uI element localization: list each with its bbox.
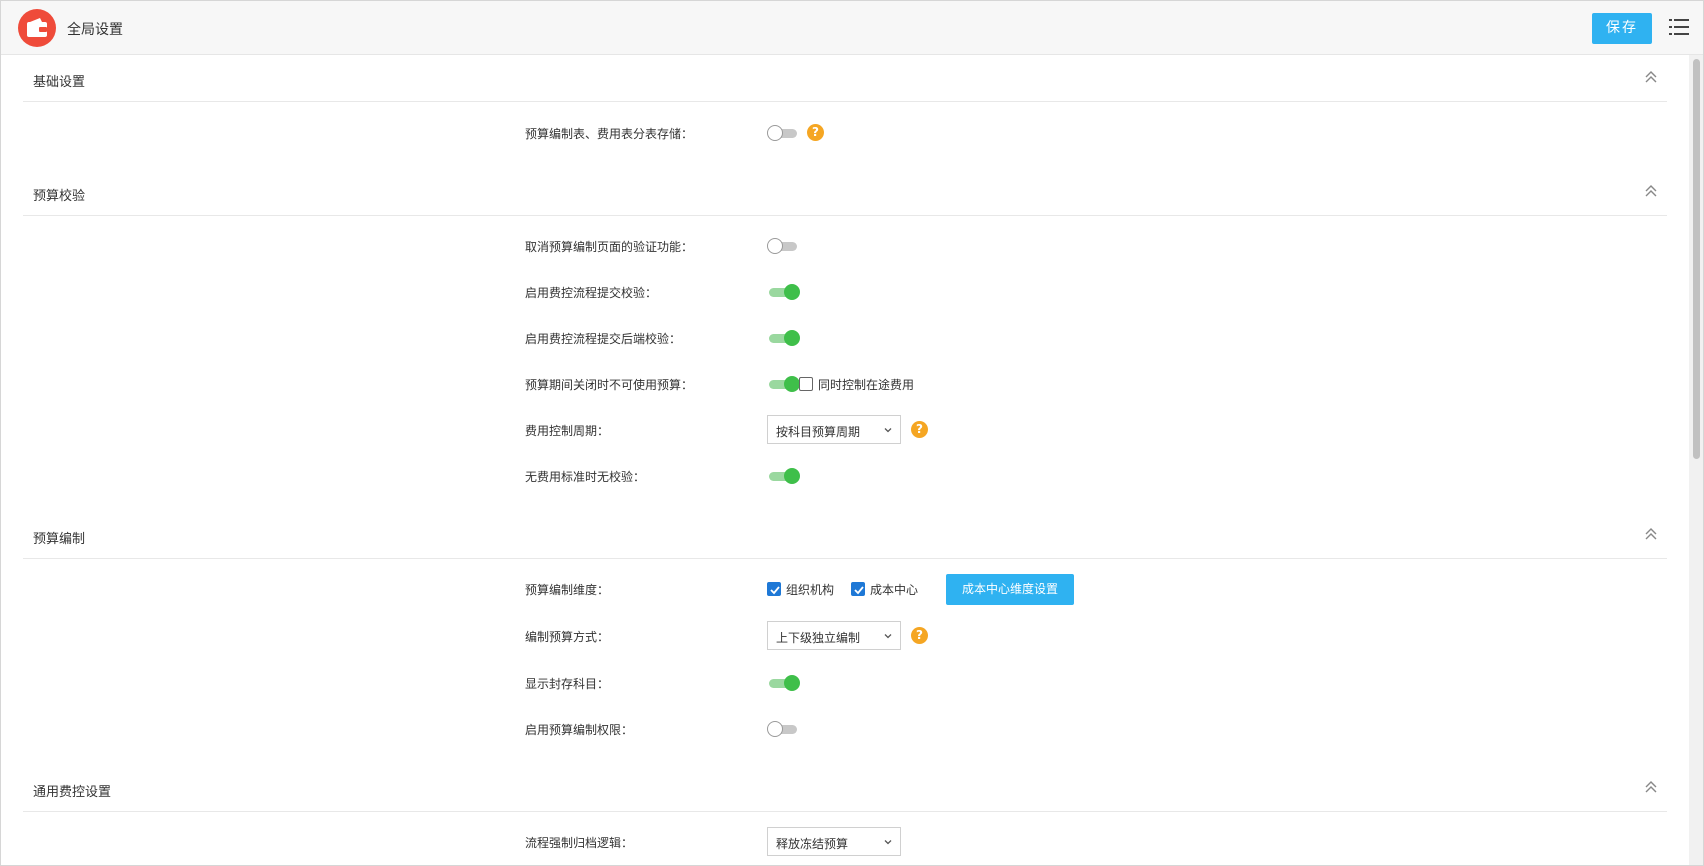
- setting-label: 预算编制维度：: [525, 583, 610, 597]
- period-closed-toggle[interactable]: [767, 376, 800, 392]
- setting-row-flow-submit-check: 启用费控流程提交校验：: [1, 277, 1681, 307]
- control-period-select[interactable]: 按科目预算周期: [767, 415, 901, 444]
- setting-label: 显示封存科目：: [525, 677, 610, 691]
- in-transit-checkbox[interactable]: [799, 377, 813, 391]
- setting-row-flow-submit-backend-check: 启用费控流程提交后端校验：: [1, 323, 1681, 353]
- org-checkbox[interactable]: [767, 582, 781, 596]
- setting-row-split-storage: 预算编制表、费用表分表存储： ?: [1, 118, 1681, 148]
- save-button[interactable]: 保存: [1592, 13, 1652, 44]
- compile-permission-toggle[interactable]: [767, 721, 799, 737]
- in-transit-checkbox-label[interactable]: 同时控制在途费用: [818, 376, 914, 393]
- setting-row-show-archived: 显示封存科目：: [1, 668, 1681, 698]
- header-bar: 全局设置 保存: [1, 1, 1703, 55]
- vertical-scrollbar[interactable]: [1689, 55, 1703, 865]
- section-compile-header[interactable]: 预算编制: [23, 512, 1667, 559]
- split-storage-toggle[interactable]: [767, 125, 799, 141]
- chevron-down-icon: [884, 428, 892, 433]
- chevron-down-icon: [884, 634, 892, 639]
- setting-label: 预算编制表、费用表分表存储：: [525, 127, 694, 141]
- setting-row-control-period: 费用控制周期： 按科目预算周期 ?: [1, 415, 1681, 445]
- setting-label: 流程强制归档逻辑：: [525, 836, 634, 850]
- cancel-verify-toggle[interactable]: [767, 238, 799, 254]
- compile-method-select[interactable]: 上下级独立编制: [767, 621, 901, 650]
- help-icon[interactable]: ?: [807, 124, 824, 141]
- flow-submit-check-toggle[interactable]: [767, 284, 800, 300]
- section-title: 预算校验: [33, 189, 86, 204]
- section-basic-header[interactable]: 基础设置: [23, 55, 1667, 102]
- org-checkbox-label[interactable]: 组织机构: [786, 581, 834, 598]
- app-window: 全局设置 保存 基础设置 预算编制表、费用表分表存储： ? 预算校验 取消预算编…: [0, 0, 1704, 866]
- cost-center-dimension-button[interactable]: 成本中心维度设置: [946, 574, 1074, 605]
- setting-row-dimension: 预算编制维度： 组织机构 成本中心 成本中心维度设置: [1, 574, 1681, 605]
- setting-label: 无费用标准时无校验：: [525, 470, 646, 484]
- show-archived-toggle[interactable]: [767, 675, 800, 691]
- setting-label: 编制预算方式：: [525, 630, 610, 644]
- page-title: 全局设置: [67, 22, 123, 38]
- chevron-down-icon: [884, 840, 892, 845]
- setting-label: 取消预算编制页面的验证功能：: [525, 240, 694, 254]
- help-icon[interactable]: ?: [911, 421, 928, 438]
- collapse-chevron-icon[interactable]: [1643, 526, 1659, 542]
- setting-label: 预算期间关闭时不可使用预算：: [525, 378, 694, 392]
- setting-label: 启用费控流程提交后端校验：: [525, 332, 682, 346]
- collapse-chevron-icon[interactable]: [1643, 779, 1659, 795]
- setting-row-period-closed: 预算期间关闭时不可使用预算： 同时控制在途费用: [1, 369, 1681, 399]
- list-menu-icon[interactable]: [1669, 18, 1689, 36]
- scrollbar-thumb[interactable]: [1693, 59, 1700, 459]
- setting-label: 费用控制周期：: [525, 424, 610, 438]
- setting-row-compile-permission: 启用预算编制权限：: [1, 714, 1681, 744]
- help-icon[interactable]: ?: [911, 627, 928, 644]
- setting-label: 启用费控流程提交校验：: [525, 286, 658, 300]
- section-title: 通用费控设置: [33, 785, 112, 800]
- section-general-header[interactable]: 通用费控设置: [23, 765, 1667, 812]
- force-archive-select[interactable]: 释放冻结预算: [767, 827, 901, 856]
- setting-row-method: 编制预算方式： 上下级独立编制 ?: [1, 621, 1681, 651]
- section-title: 预算编制: [33, 532, 86, 547]
- collapse-chevron-icon[interactable]: [1643, 69, 1659, 85]
- flow-submit-backend-check-toggle[interactable]: [767, 330, 800, 346]
- section-validation-header[interactable]: 预算校验: [23, 169, 1667, 216]
- setting-label: 启用预算编制权限：: [525, 723, 634, 737]
- cost-center-checkbox-label[interactable]: 成本中心: [870, 581, 918, 598]
- no-standard-toggle[interactable]: [767, 468, 800, 484]
- section-title: 基础设置: [33, 75, 86, 90]
- collapse-chevron-icon[interactable]: [1643, 183, 1659, 199]
- cost-center-checkbox[interactable]: [851, 582, 865, 596]
- wallet-icon: [18, 9, 56, 47]
- setting-row-no-standard: 无费用标准时无校验：: [1, 461, 1681, 491]
- setting-row-cancel-verify: 取消预算编制页面的验证功能：: [1, 231, 1681, 261]
- setting-row-force-archive: 流程强制归档逻辑： 释放冻结预算: [1, 827, 1681, 857]
